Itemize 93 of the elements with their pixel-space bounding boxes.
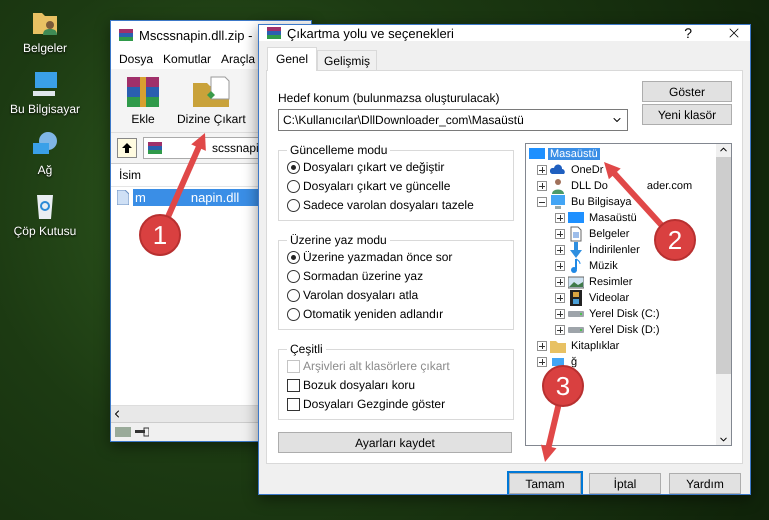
expand-toggle[interactable] xyxy=(555,245,565,255)
tree-item[interactable]: İndirilenler xyxy=(587,244,642,256)
drive-icon xyxy=(568,327,584,333)
tree-item[interactable]: Videolar xyxy=(587,292,632,304)
up-folder-button[interactable] xyxy=(117,138,137,158)
tree-item[interactable]: Kitaplıklar xyxy=(569,340,622,352)
option-label[interactable]: Sormadan üzerine yaz xyxy=(287,268,505,284)
field-label: Hedef konum (bulunmazsa oluşturulacak) xyxy=(278,91,500,105)
tree-item[interactable]: Bu Bilgisaya xyxy=(569,196,634,208)
expand-toggle[interactable] xyxy=(537,341,547,351)
extract-button[interactable]: Dizine Çıkart xyxy=(173,73,250,128)
tree-item[interactable]: Yerel Disk (C:) xyxy=(587,308,662,320)
expand-toggle[interactable] xyxy=(555,309,565,319)
radio-button[interactable] xyxy=(287,198,300,212)
archive-books-icon xyxy=(119,28,133,42)
option-label[interactable]: Üzerine yazmadan önce sor xyxy=(287,249,505,265)
add-button[interactable]: Ekle xyxy=(121,73,165,128)
archive-books-icon xyxy=(125,75,161,109)
scrollbar-thumb[interactable] xyxy=(716,157,731,374)
folder-document-icon xyxy=(191,75,232,109)
document-icon xyxy=(568,226,584,242)
computer-icon xyxy=(550,194,566,210)
radio-button[interactable] xyxy=(287,250,300,264)
expand-toggle[interactable] xyxy=(537,357,547,367)
checkbox[interactable] xyxy=(287,398,300,410)
expand-toggle[interactable] xyxy=(555,293,565,303)
key-icon xyxy=(135,427,149,437)
expand-toggle[interactable] xyxy=(555,277,565,287)
radio-button[interactable] xyxy=(287,288,300,302)
tab[interactable]: Genel xyxy=(267,47,318,71)
menu-item[interactable]: Dosya xyxy=(119,52,154,66)
dialog-title: Çıkartma yolu ve seçenekleri xyxy=(287,26,454,40)
expand-toggle[interactable] xyxy=(537,197,547,207)
group-title: Çeşitli xyxy=(289,342,324,356)
tree-item[interactable]: ğ xyxy=(569,356,580,368)
dialog-button[interactable]: İptal xyxy=(589,473,661,494)
desktop-icon-label[interactable]: Belgeler xyxy=(22,41,68,55)
menu-item[interactable]: Araçla xyxy=(221,52,256,66)
tab[interactable]: Gelişmiş xyxy=(317,50,378,71)
new-folder-button[interactable]: Yeni klasör xyxy=(642,104,732,125)
destination-combo[interactable]: C:\Kullanıcılar\DllDownloader_com\Masaüstü xyxy=(278,109,628,131)
window-title: Mscssnapin.dll.zip - xyxy=(139,28,252,42)
archive-books-icon xyxy=(148,141,162,155)
tree-item[interactable]: Masaüstü xyxy=(587,212,639,224)
step-badge: 2 xyxy=(654,219,696,261)
monitor-icon xyxy=(529,146,545,162)
file-icon xyxy=(117,190,129,205)
monitor-icon xyxy=(568,210,584,226)
tree-item[interactable]: DLL Do xyxy=(569,180,610,192)
tree-item[interactable]: OneDr xyxy=(569,164,606,176)
expand-toggle[interactable] xyxy=(537,165,547,175)
desktop-icon-label[interactable]: Bu Bilgisayar xyxy=(10,102,80,116)
film-icon xyxy=(568,290,584,306)
tree-item[interactable]: Resimler xyxy=(587,276,634,288)
save-settings-button[interactable]: Ayarları kaydet xyxy=(278,432,512,453)
option-label[interactable]: Dosyaları çıkart ve değiştir xyxy=(287,159,505,175)
dialog-button[interactable]: Yardım xyxy=(669,473,741,494)
option-label[interactable]: Varolan dosyaları atla xyxy=(287,287,505,303)
drive-icon xyxy=(115,427,131,437)
menu-item[interactable]: Komutlar xyxy=(163,52,212,66)
dialog-button[interactable]: Tamam xyxy=(509,473,581,494)
tree-item[interactable]: Belgeler xyxy=(587,228,632,240)
group-title: Üzerine yaz modu xyxy=(289,233,388,247)
option-label[interactable]: Otomatik yeniden adlandır xyxy=(287,306,505,322)
help-button[interactable]: ? xyxy=(684,25,692,41)
checkbox[interactable] xyxy=(287,378,300,392)
expand-toggle[interactable] xyxy=(555,229,565,239)
desktop-icon-label[interactable]: Çöp Kutusu xyxy=(14,224,76,238)
show-button[interactable]: Göster xyxy=(642,81,732,102)
archive-books-icon xyxy=(267,26,281,40)
radio-button[interactable] xyxy=(287,308,300,320)
tree-item[interactable]: Müzik xyxy=(587,260,620,272)
expand-toggle[interactable] xyxy=(555,213,565,223)
option-label[interactable]: Dosyaları Gezginde göster xyxy=(287,396,505,412)
radio-button[interactable] xyxy=(287,270,300,282)
step-badge: 1 xyxy=(139,214,181,256)
expand-toggle[interactable] xyxy=(555,325,565,335)
column-header[interactable]: İsim xyxy=(119,168,141,182)
tree-item-text: ader.com xyxy=(646,180,692,192)
folder-icon xyxy=(550,338,566,354)
down-arrow-icon xyxy=(568,242,584,258)
tree-item[interactable]: Yerel Disk (D:) xyxy=(587,324,662,336)
computer-icon xyxy=(30,69,60,99)
picture-icon xyxy=(568,274,584,290)
expand-toggle[interactable] xyxy=(555,261,565,271)
up-arrow-icon xyxy=(122,143,132,153)
option-label[interactable]: Bozuk dosyaları koru xyxy=(287,377,505,393)
user-icon xyxy=(550,178,566,194)
drive-icon xyxy=(568,311,584,317)
desktop-icon-label[interactable]: Ağ xyxy=(38,163,52,177)
radio-button[interactable] xyxy=(287,160,300,174)
expand-toggle[interactable] xyxy=(537,181,547,191)
radio-button[interactable] xyxy=(287,180,300,192)
